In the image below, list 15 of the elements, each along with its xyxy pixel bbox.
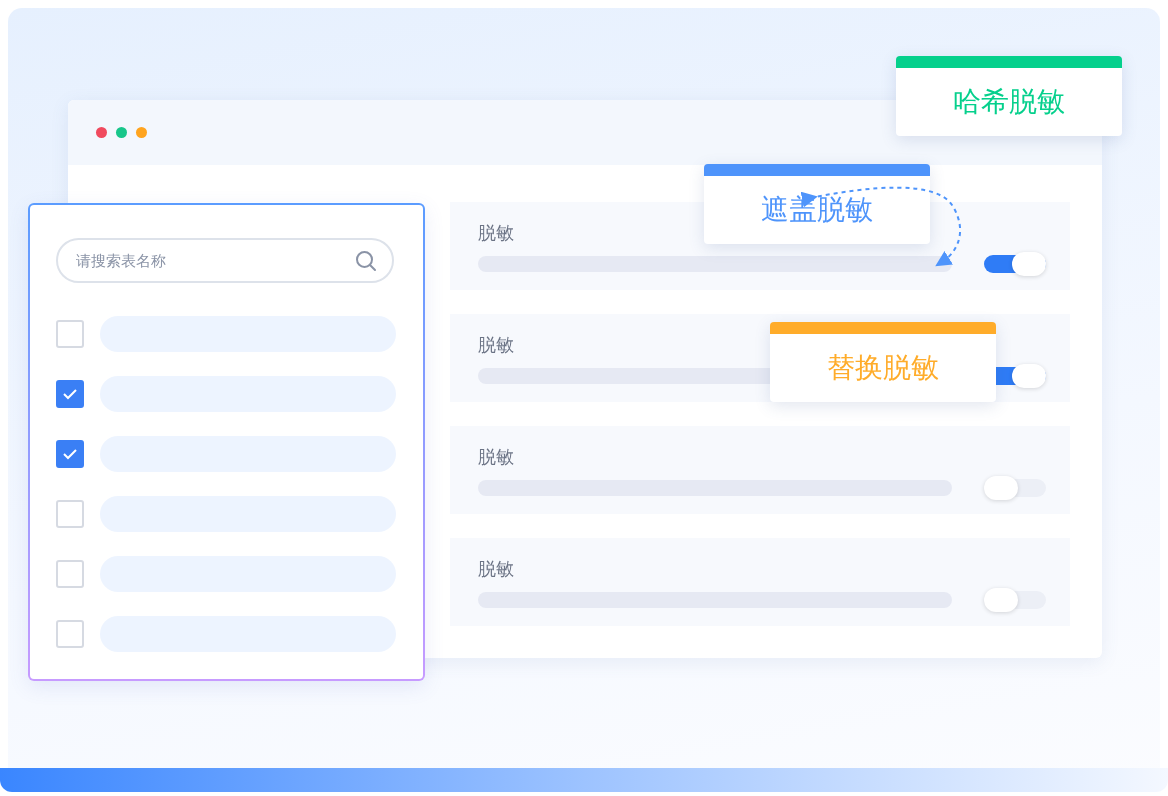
method-label: 替换脱敏	[827, 350, 939, 386]
rule-label: 脱敏	[478, 221, 515, 245]
checkbox[interactable]	[56, 440, 84, 468]
method-label: 哈希脱敏	[953, 84, 1065, 120]
rule-label: 脱敏	[478, 333, 515, 357]
search-field[interactable]: 请搜索表名称	[56, 238, 394, 283]
checkbox[interactable]	[56, 380, 84, 408]
checkmark-icon	[62, 448, 78, 460]
search-icon	[355, 250, 377, 272]
rule-label: 脱敏	[478, 445, 515, 469]
checkmark-icon	[62, 388, 78, 400]
rule-label: 脱敏	[478, 557, 515, 581]
toggle-switch[interactable]	[984, 255, 1046, 273]
toggle-switch[interactable]	[984, 591, 1046, 609]
toggle-switch[interactable]	[984, 479, 1046, 497]
